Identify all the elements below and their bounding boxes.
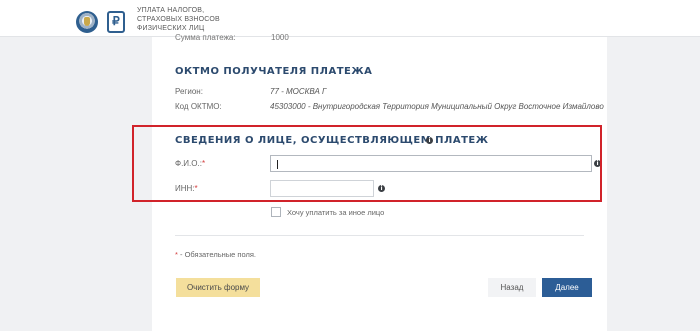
service-title-line-2: СТРАХОВЫХ ВЗНОСОВ bbox=[137, 16, 220, 23]
payment-amount-row: Сумма платежа: 1000 bbox=[175, 33, 289, 42]
region-value: 77 - МОСКВА Г bbox=[270, 87, 327, 96]
fio-required-mark: * bbox=[201, 159, 206, 168]
inn-label-text: ИНН: bbox=[175, 184, 195, 193]
payer-section-info-icon[interactable]: i bbox=[426, 137, 433, 144]
oktmo-code-label: Код ОКТМО: bbox=[175, 102, 222, 111]
service-title-line-3: ФИЗИЧЕСКИХ ЛИЦ bbox=[137, 25, 205, 32]
ruble-logo-icon[interactable]: ₽ bbox=[107, 11, 125, 33]
form-divider bbox=[175, 235, 584, 236]
service-title: УПЛАТА НАЛОГОВ, СТРАХОВЫХ ВЗНОСОВ ФИЗИЧЕ… bbox=[137, 6, 277, 33]
fns-emblem-logo[interactable] bbox=[76, 11, 98, 33]
region-label: Регион: bbox=[175, 87, 203, 96]
next-button[interactable]: Далее bbox=[542, 278, 592, 297]
clear-form-button[interactable]: Очистить форму bbox=[176, 278, 260, 297]
service-title-line-1: УПЛАТА НАЛОГОВ, bbox=[137, 7, 205, 14]
oktmo-code-value: 45303000 - Внутригородская Территория Му… bbox=[270, 102, 604, 111]
payment-amount-label: Сумма платежа: bbox=[175, 33, 236, 42]
back-button[interactable]: Назад bbox=[488, 278, 536, 297]
inn-input[interactable] bbox=[270, 180, 374, 197]
other-person-checkbox-label[interactable]: Хочу уплатить за иное лицо bbox=[287, 208, 384, 217]
fio-label: Ф.И.О.:* bbox=[175, 159, 205, 168]
fio-input[interactable] bbox=[270, 155, 592, 172]
inn-info-icon[interactable]: i bbox=[378, 185, 385, 192]
other-person-checkbox[interactable] bbox=[271, 207, 281, 217]
payment-amount-value: 1000 bbox=[271, 33, 289, 42]
inn-required-mark: * bbox=[194, 184, 198, 193]
required-note-text: - Обязательные поля. bbox=[177, 250, 256, 259]
oktmo-section-title: ОКТМО ПОЛУЧАТЕЛЯ ПЛАТЕЖА bbox=[175, 66, 373, 77]
required-fields-note: * - Обязательные поля. bbox=[175, 250, 256, 259]
text-caret bbox=[277, 160, 278, 169]
payer-section-title-text: СВЕДЕНИЯ О ЛИЦЕ, ОСУЩЕСТВЛЯЮЩЕМ ПЛАТЕЖ bbox=[175, 135, 489, 146]
payment-form-card: Сумма платежа: 1000 ОКТМО ПОЛУЧАТЕЛЯ ПЛА… bbox=[152, 33, 607, 331]
fio-info-icon[interactable]: i bbox=[594, 160, 601, 167]
payer-section-title: СВЕДЕНИЯ О ЛИЦЕ, ОСУЩЕСТВЛЯЮЩЕМ ПЛАТЕЖ bbox=[175, 135, 489, 146]
site-header: ₽ УПЛАТА НАЛОГОВ, СТРАХОВЫХ ВЗНОСОВ ФИЗИ… bbox=[0, 0, 700, 37]
inn-label: ИНН:* bbox=[175, 184, 198, 193]
fio-label-text: Ф.И.О.: bbox=[175, 159, 202, 168]
